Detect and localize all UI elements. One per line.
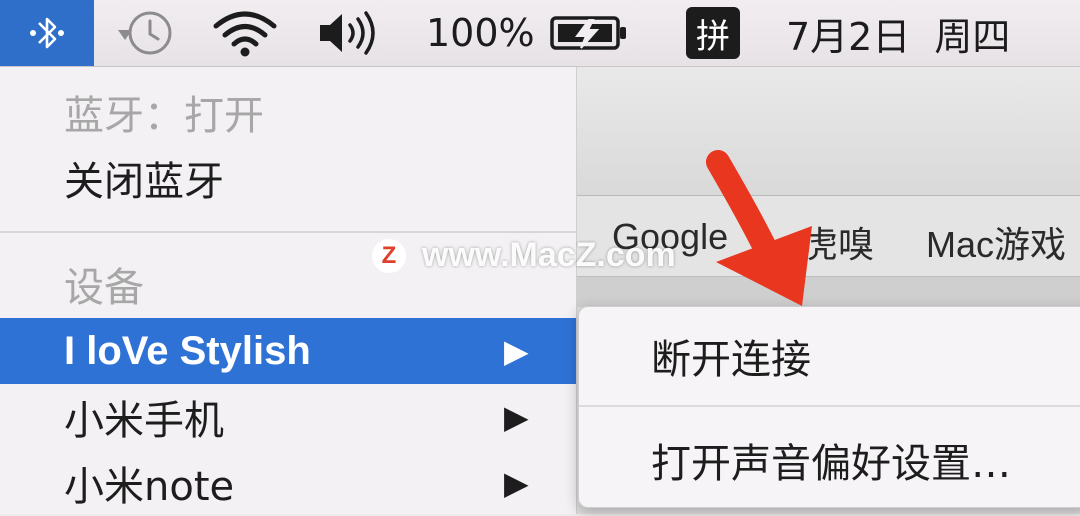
bluetooth-icon [30,17,64,49]
bluetooth-menu-extra[interactable] [0,0,94,66]
submenu-arrow-icon: ▶ [504,464,529,502]
volume-icon [320,11,375,55]
clock-date: 7月2日 [786,14,911,59]
device-item-label: 小米手机 [64,398,224,444]
input-method-menu-extra[interactable]: 拼 [686,0,740,66]
submenu-arrow-icon: ▶ [504,398,529,436]
device-item-i-love-stylish[interactable]: I loVe Stylish ▶ [0,318,576,384]
open-sound-preferences-item[interactable]: 打开声音偏好设置… [651,431,1011,489]
bluetooth-menu: 蓝牙：打开 关闭蓝牙 设备 I loVe Stylish ▶ 小米手机 ▶ 小米… [0,67,577,514]
browser-toolbar [576,67,1080,196]
watermark: Z www.MacZ.com [372,236,676,275]
submenu-separator [579,405,1080,407]
ime-pinyin-badge: 拼 [686,7,740,59]
bookmark-mac-games[interactable]: Mac游戏 [926,216,1066,268]
time-machine-menu-extra[interactable] [110,0,178,66]
time-machine-icon [118,11,172,55]
battery-charging-icon [549,16,626,50]
browser-tab-strip [576,277,1080,307]
clock-menu-extra[interactable]: 7月2日 周四 [786,0,1010,66]
device-item-xiaomi-phone[interactable]: 小米手机 ▶ [0,384,576,450]
device-submenu: 断开连接 打开声音偏好设置… [578,306,1080,508]
turn-off-bluetooth-item[interactable]: 关闭蓝牙 [0,145,576,211]
watermark-text: www.MacZ.com [422,236,676,274]
battery-menu-extra[interactable]: 100% [426,0,631,66]
watermark-logo: Z [372,238,406,273]
bluetooth-status: 蓝牙：打开 [64,93,264,139]
clock-weekday: 周四 [934,14,1011,59]
device-item-label: 小米note [64,464,235,510]
device-item-xiaomi-note[interactable]: 小米note ▶ [0,450,576,516]
menu-separator [0,231,576,233]
bookmark-huxiu[interactable]: 虎嗅 [802,216,874,268]
wifi-menu-extra[interactable] [212,0,278,66]
battery-percent: 100% [426,11,535,55]
volume-menu-extra[interactable] [316,0,380,66]
menu-bar: 100% 拼 7月2日 周四 [0,0,1080,67]
disconnect-item[interactable]: 断开连接 [651,327,811,385]
wifi-icon [213,11,277,57]
submenu-arrow-icon: ▶ [504,333,529,369]
device-item-label: I loVe Stylish [64,328,311,373]
